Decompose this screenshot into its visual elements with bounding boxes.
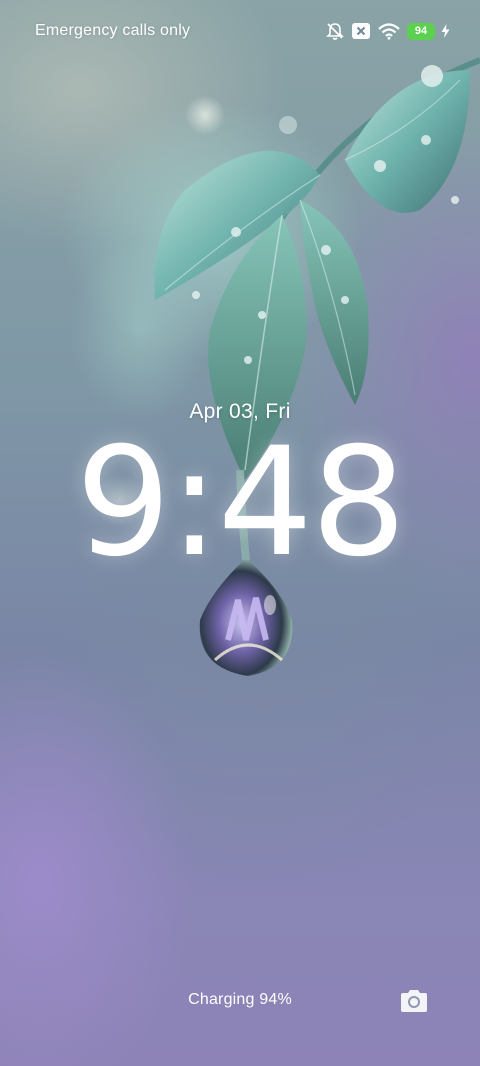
wifi-icon bbox=[377, 22, 401, 40]
charging-bolt-icon bbox=[441, 24, 450, 38]
camera-icon bbox=[398, 988, 430, 1014]
status-bar: Emergency calls only 94 bbox=[0, 0, 480, 64]
battery-icon: 94 bbox=[407, 22, 435, 40]
lockscreen-clock: 9:48 bbox=[75, 416, 407, 590]
camera-shortcut-button[interactable] bbox=[396, 984, 432, 1018]
status-icons: 94 bbox=[325, 20, 450, 42]
muted-bell-icon bbox=[325, 21, 345, 41]
no-sim-icon bbox=[351, 22, 371, 40]
carrier-status: Emergency calls only bbox=[35, 22, 191, 39]
lock-screen: Emergency calls only 94 Apr 03, Fri 9:48… bbox=[0, 0, 480, 1066]
